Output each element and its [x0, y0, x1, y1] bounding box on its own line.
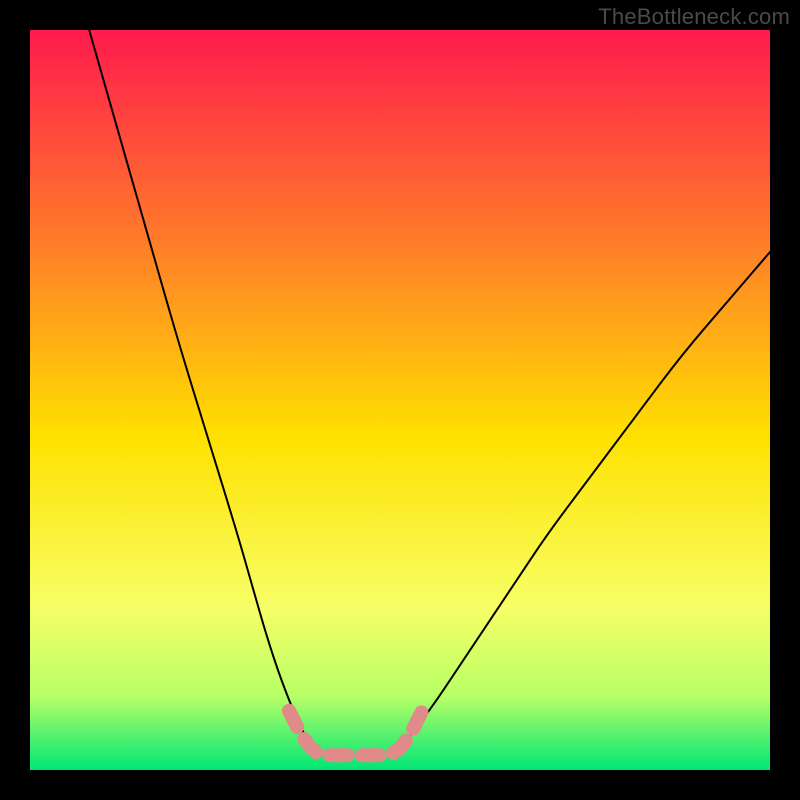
chart-frame: TheBottleneck.com	[0, 0, 800, 800]
watermark-label: TheBottleneck.com	[598, 4, 790, 30]
plot-background	[30, 30, 770, 770]
bottleneck-chart	[0, 0, 800, 800]
